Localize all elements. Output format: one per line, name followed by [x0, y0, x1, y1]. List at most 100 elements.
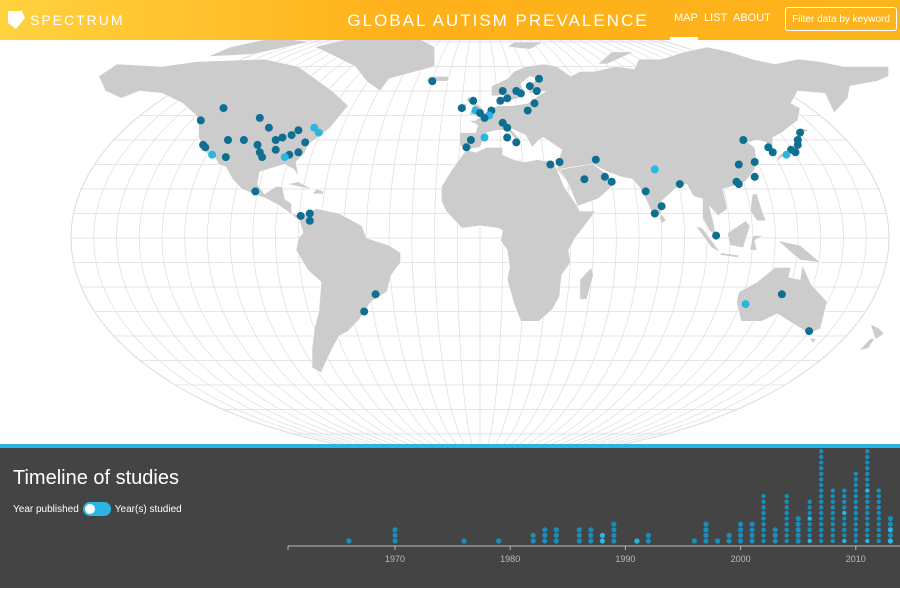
- timeline-dot[interactable]: [853, 538, 858, 544]
- timeline-dot[interactable]: [576, 532, 582, 538]
- timeline-dot[interactable]: [853, 533, 858, 538]
- timeline-dot[interactable]: [830, 505, 835, 510]
- study-marker[interactable]: [591, 155, 600, 164]
- study-marker[interactable]: [741, 300, 750, 309]
- timeline-dot[interactable]: [738, 527, 744, 533]
- timeline-dot[interactable]: [761, 499, 766, 504]
- nav-list[interactable]: LIST: [704, 12, 727, 24]
- filter-input[interactable]: [785, 7, 897, 31]
- timeline-dot[interactable]: [542, 532, 548, 538]
- timeline-dot[interactable]: [865, 510, 870, 516]
- timeline-dot[interactable]: [761, 505, 766, 510]
- timeline-dot[interactable]: [703, 538, 709, 544]
- study-marker[interactable]: [278, 133, 287, 142]
- study-marker[interactable]: [530, 99, 539, 108]
- timeline-dot[interactable]: [819, 449, 824, 454]
- timeline-dot[interactable]: [887, 521, 894, 527]
- timeline-dot[interactable]: [611, 527, 617, 533]
- timeline-dot[interactable]: [392, 527, 398, 533]
- timeline-dot[interactable]: [749, 538, 755, 544]
- timeline-dot[interactable]: [807, 505, 812, 510]
- study-marker[interactable]: [462, 143, 471, 152]
- timeline-dot[interactable]: [876, 538, 881, 544]
- study-marker[interactable]: [607, 177, 616, 186]
- timeline-dot[interactable]: [865, 533, 870, 538]
- timeline-dot[interactable]: [842, 522, 847, 527]
- study-marker[interactable]: [253, 140, 262, 149]
- study-marker[interactable]: [480, 133, 489, 142]
- timeline-dot[interactable]: [461, 538, 467, 544]
- timeline-dot[interactable]: [749, 532, 755, 538]
- study-marker[interactable]: [305, 209, 314, 218]
- nav-map[interactable]: MAP: [674, 12, 698, 24]
- study-marker[interactable]: [294, 126, 303, 135]
- timeline-dot[interactable]: [588, 527, 594, 533]
- timeline-dot[interactable]: [807, 522, 812, 527]
- timeline-dot[interactable]: [645, 532, 652, 538]
- study-marker[interactable]: [466, 136, 475, 144]
- timeline-dot[interactable]: [542, 538, 548, 544]
- timeline-dot[interactable]: [691, 538, 698, 544]
- timeline-dot[interactable]: [761, 516, 766, 521]
- timeline-dot[interactable]: [842, 538, 847, 544]
- study-marker[interactable]: [498, 87, 507, 95]
- study-marker[interactable]: [532, 87, 541, 95]
- timeline-dot[interactable]: [853, 510, 858, 516]
- timeline-dot[interactable]: [819, 505, 824, 510]
- study-marker[interactable]: [535, 74, 543, 83]
- world-map[interactable]: [0, 40, 900, 444]
- timeline-dot[interactable]: [761, 510, 766, 516]
- timeline-dot[interactable]: [842, 533, 847, 538]
- timeline-dot[interactable]: [830, 499, 835, 504]
- study-marker[interactable]: [600, 172, 609, 181]
- timeline-dot[interactable]: [703, 521, 709, 527]
- timeline-dot[interactable]: [865, 505, 870, 510]
- study-marker[interactable]: [734, 180, 743, 189]
- timeline-dot[interactable]: [842, 510, 847, 516]
- timeline-dot[interactable]: [553, 532, 559, 538]
- study-marker[interactable]: [221, 153, 230, 162]
- study-marker[interactable]: [428, 77, 437, 86]
- study-marker[interactable]: [480, 113, 489, 122]
- timeline-dot[interactable]: [819, 527, 824, 532]
- timeline-dot[interactable]: [784, 522, 789, 527]
- timeline-dot[interactable]: [853, 516, 858, 521]
- timeline-dot[interactable]: [346, 538, 352, 544]
- study-marker[interactable]: [360, 307, 369, 316]
- timeline-dot[interactable]: [738, 521, 744, 527]
- timeline-dot[interactable]: [576, 538, 582, 544]
- timeline-dot[interactable]: [842, 494, 847, 499]
- timeline-dot[interactable]: [599, 532, 606, 538]
- timeline-dot[interactable]: [784, 533, 789, 538]
- timeline-dot[interactable]: [738, 538, 744, 544]
- study-marker[interactable]: [255, 113, 264, 122]
- timeline-dot[interactable]: [784, 494, 789, 499]
- timeline-dot[interactable]: [726, 532, 732, 538]
- study-marker[interactable]: [734, 160, 743, 169]
- timeline-dot[interactable]: [842, 527, 847, 532]
- timeline-dot[interactable]: [865, 516, 870, 521]
- timeline-dot[interactable]: [819, 499, 824, 504]
- timeline-dot[interactable]: [795, 538, 801, 544]
- timeline-dot[interactable]: [807, 516, 812, 521]
- timeline-dot[interactable]: [784, 505, 789, 510]
- timeline-dot[interactable]: [749, 527, 755, 533]
- timeline-dot[interactable]: [761, 522, 766, 527]
- timeline-dot[interactable]: [807, 499, 812, 504]
- timeline-dot[interactable]: [853, 522, 858, 527]
- timeline-dot[interactable]: [842, 499, 847, 504]
- timeline-dot[interactable]: [588, 532, 594, 538]
- study-marker[interactable]: [793, 136, 802, 144]
- timeline-dot[interactable]: [876, 494, 881, 499]
- timeline-dot[interactable]: [795, 527, 801, 533]
- timeline-dot[interactable]: [887, 532, 894, 538]
- study-marker[interactable]: [196, 116, 205, 125]
- study-marker[interactable]: [287, 131, 296, 140]
- timeline-dot[interactable]: [726, 538, 732, 544]
- study-marker[interactable]: [239, 136, 248, 144]
- timeline-dot[interactable]: [853, 505, 858, 510]
- study-marker[interactable]: [296, 211, 305, 220]
- timeline-dot[interactable]: [588, 538, 594, 544]
- study-marker[interactable]: [805, 327, 814, 336]
- timeline-dot[interactable]: [611, 521, 617, 527]
